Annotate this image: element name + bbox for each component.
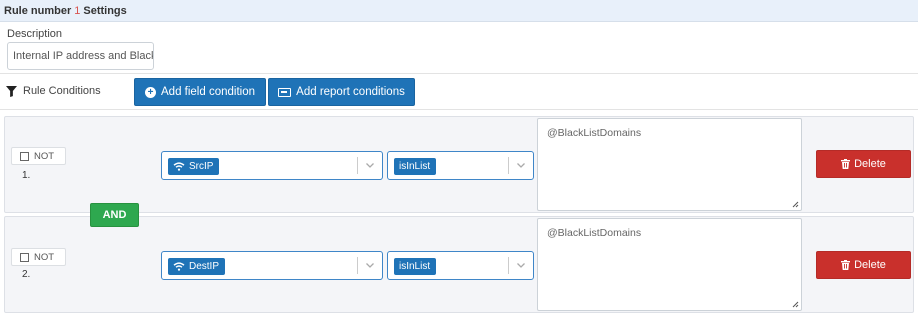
row-index: 2.	[22, 269, 31, 280]
row-index: 1.	[22, 170, 31, 181]
add-field-condition-label: Add field condition	[161, 86, 255, 98]
delete-button[interactable]: Delete	[816, 150, 911, 178]
divider	[0, 73, 918, 74]
add-field-condition-button[interactable]: + Add field condition	[134, 78, 266, 106]
value-textarea[interactable]: @BlackListDomains	[537, 218, 802, 311]
delete-label: Delete	[854, 158, 886, 170]
rule-number: 1	[74, 5, 81, 17]
report-icon	[278, 87, 292, 97]
operator-select[interactable]: isInList	[387, 251, 534, 280]
operator-tag-label: isInList	[399, 261, 431, 272]
select-separator	[508, 257, 509, 274]
value-text: @BlackListDomains	[547, 127, 642, 139]
select-separator	[508, 157, 509, 174]
operator-tag-label: isInList	[399, 161, 431, 172]
chevron-down-icon[interactable]	[516, 260, 526, 270]
not-label: NOT	[34, 251, 55, 263]
settings-header: Rule number 1 Settings	[0, 0, 918, 22]
field-select[interactable]: SrcIP	[161, 151, 383, 180]
value-text: @BlackListDomains	[547, 227, 642, 239]
select-separator	[357, 257, 358, 274]
and-operator-badge[interactable]: AND	[90, 203, 139, 227]
chevron-down-icon[interactable]	[516, 160, 526, 170]
operator-select[interactable]: isInList	[387, 151, 534, 180]
condition-row: NOT 1. SrcIP isInList @BlackListDomains …	[4, 116, 914, 213]
resize-handle-icon[interactable]	[792, 301, 799, 308]
field-tag: DestIP	[168, 258, 226, 275]
wifi-icon	[173, 162, 185, 171]
chevron-down-icon[interactable]	[365, 160, 375, 170]
plus-circle-icon: +	[145, 86, 156, 98]
chevron-down-icon[interactable]	[365, 260, 375, 270]
rule-conditions-text: Rule Conditions	[23, 85, 101, 97]
field-tag-label: DestIP	[189, 261, 220, 272]
rule-conditions-label: Rule Conditions	[6, 85, 101, 97]
description-label: Description	[7, 28, 63, 40]
field-select[interactable]: DestIP	[161, 251, 383, 280]
operator-tag: isInList	[394, 158, 437, 175]
trash-icon	[841, 260, 851, 270]
delete-label: Delete	[854, 259, 886, 271]
field-tag: SrcIP	[168, 158, 220, 175]
value-textarea[interactable]: @BlackListDomains	[537, 118, 802, 211]
delete-button[interactable]: Delete	[816, 251, 911, 279]
checkbox-icon[interactable]	[20, 151, 29, 161]
field-tag-label: SrcIP	[189, 161, 214, 172]
trash-icon	[841, 159, 851, 169]
not-toggle[interactable]: NOT	[11, 147, 66, 165]
add-report-conditions-button[interactable]: Add report conditions	[268, 78, 415, 106]
condition-row: NOT 2. DestIP isInList @BlackListDomains…	[4, 216, 914, 313]
checkbox-icon[interactable]	[20, 252, 29, 262]
resize-handle-icon[interactable]	[792, 201, 799, 208]
not-label: NOT	[34, 150, 55, 162]
add-report-conditions-label: Add report conditions	[296, 86, 405, 98]
operator-tag: isInList	[394, 258, 437, 275]
select-separator	[357, 157, 358, 174]
header-title: Rule number	[4, 5, 72, 17]
description-input[interactable]: Internal IP address and Black	[7, 42, 154, 70]
header-suffix: Settings	[83, 5, 127, 17]
filter-icon	[6, 85, 17, 97]
not-toggle[interactable]: NOT	[11, 248, 66, 266]
divider	[0, 109, 918, 110]
wifi-icon	[173, 262, 185, 271]
